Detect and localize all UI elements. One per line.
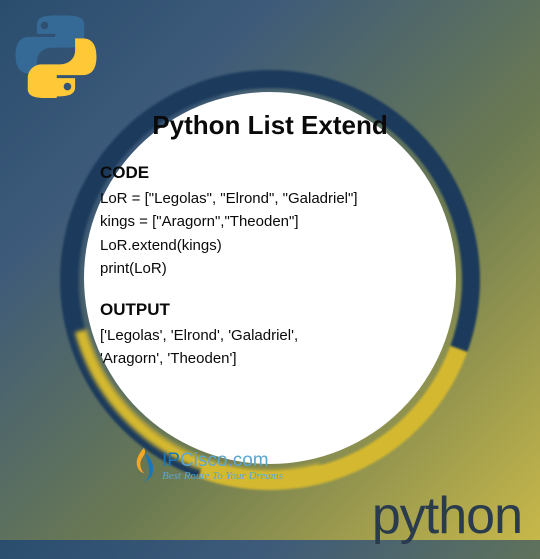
code-line: kings = ["Aragorn","Theoden"] [100,210,450,233]
output-line: ['Legolas', 'Elrond', 'Galadriel', [100,324,450,347]
python-wordmark: python [372,486,522,546]
output-line: 'Aragorn', 'Theoden'] [100,347,450,370]
ipcisco-logo: IPCisco.com Best Route To Your Dreams [130,446,283,486]
ipcisco-site-name: IPCisco.com [162,451,283,470]
content-area: Python List Extend CODE LoR = ["Legolas"… [100,110,450,371]
code-line: print(LoR) [100,257,450,280]
ipcisco-tagline: Best Route To Your Dreams [162,471,283,482]
output-label: OUTPUT [100,300,450,320]
code-label: CODE [100,163,450,183]
flame-icon [130,446,158,486]
output-section: OUTPUT ['Legolas', 'Elrond', 'Galadriel'… [100,300,450,371]
page-title: Python List Extend [90,110,450,141]
code-line: LoR = ["Legolas", "Elrond", "Galadriel"] [100,187,450,210]
python-logo-icon [14,14,98,98]
code-line: LoR.extend(kings) [100,234,450,257]
ipcisco-text: IPCisco.com Best Route To Your Dreams [162,451,283,482]
code-section: CODE LoR = ["Legolas", "Elrond", "Galadr… [100,163,450,280]
